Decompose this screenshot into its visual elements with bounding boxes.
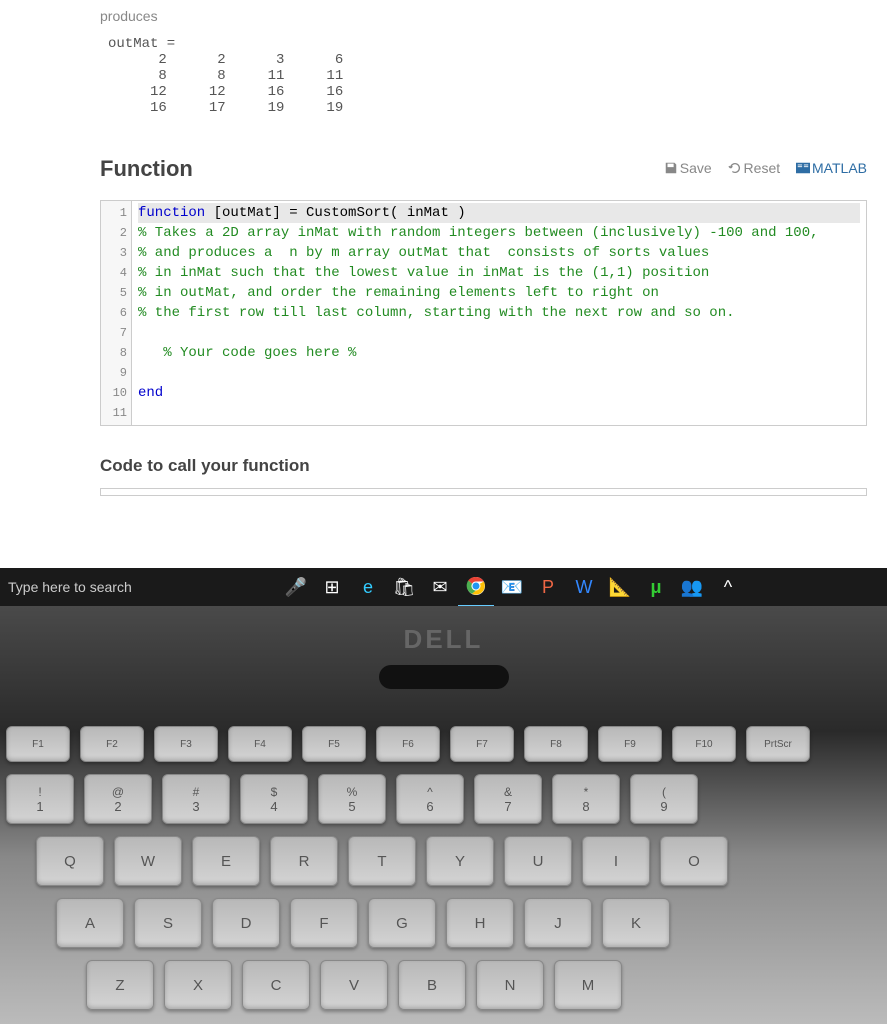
key-a: A (56, 898, 124, 948)
key-5: %5 (318, 774, 386, 824)
laptop-body: DELL F1 F2 F3 F4 F5 F6 F7 F8 F9 F10 PrtScr !1@2#3$… (0, 606, 887, 1024)
key-3: #3 (162, 774, 230, 824)
key-f6: F6 (376, 726, 440, 762)
code-body[interactable]: function [outMat] = CustomSort( inMat )%… (132, 201, 866, 425)
key-i: I (582, 836, 650, 886)
camera-bar (379, 665, 509, 689)
line-gutter: 1234567891011 (101, 201, 132, 425)
edge-icon[interactable]: e (350, 568, 386, 606)
key-f4: F4 (228, 726, 292, 762)
key-w: W (114, 836, 182, 886)
key-7: &7 (474, 774, 542, 824)
key-8: *8 (552, 774, 620, 824)
matlab-icon[interactable]: 📐 (602, 568, 638, 606)
key-f3: F3 (154, 726, 218, 762)
mail-icon[interactable]: ✉ (422, 568, 458, 606)
key-u: U (504, 836, 572, 886)
key-o: O (660, 836, 728, 886)
store-icon[interactable]: 🛍 (386, 568, 422, 606)
key-x: X (164, 960, 232, 1010)
call-editor[interactable] (100, 488, 867, 496)
key-f7: F7 (450, 726, 514, 762)
chrome-icon[interactable] (458, 567, 494, 607)
key-g: G (368, 898, 436, 948)
utorrent-icon[interactable]: μ (638, 568, 674, 606)
key-n: N (476, 960, 544, 1010)
key-t: T (348, 836, 416, 886)
key-f9: F9 (598, 726, 662, 762)
mic-icon[interactable]: 🎤 (278, 568, 314, 606)
keyboard: F1 F2 F3 F4 F5 F6 F7 F8 F9 F10 PrtScr !1@2#3$4%5^6… (0, 726, 887, 1022)
key-f10: F10 (672, 726, 736, 762)
key-r: R (270, 836, 338, 886)
powerpoint-icon[interactable]: P (530, 568, 566, 606)
key-h: H (446, 898, 514, 948)
key-b: B (398, 960, 466, 1010)
key-v: V (320, 960, 388, 1010)
dell-logo: DELL (0, 606, 887, 655)
people-icon[interactable]: 👥 (674, 568, 710, 606)
save-button[interactable]: Save (664, 160, 712, 176)
taskbar[interactable]: Type here to search 🎤 ⊞ e 🛍 ✉ 📧 P W 📐 μ … (0, 568, 887, 606)
word-icon[interactable]: W (566, 568, 602, 606)
key-z: Z (86, 960, 154, 1010)
key-f2: F2 (80, 726, 144, 762)
key-d: D (212, 898, 280, 948)
key-j: J (524, 898, 592, 948)
task-view-icon[interactable]: ⊞ (314, 568, 350, 606)
key-k: K (602, 898, 670, 948)
key-f8: F8 (524, 726, 588, 762)
search-input[interactable]: Type here to search (0, 579, 278, 595)
key-f: F (290, 898, 358, 948)
code-editor[interactable]: 1234567891011 function [outMat] = Custom… (100, 200, 867, 426)
key-s: S (134, 898, 202, 948)
key-prtscr: PrtScr (746, 726, 810, 762)
matlab-doc-button[interactable]: MATLAB (796, 160, 867, 176)
key-4: $4 (240, 774, 308, 824)
outlook-icon[interactable]: 📧 (494, 568, 530, 606)
key-6: ^6 (396, 774, 464, 824)
tray-expand-icon[interactable]: ^ (710, 568, 746, 606)
output-block: outMat = 2 2 3 6 8 8 11 11 12 12 16 16 1… (100, 24, 867, 136)
key-c: C (242, 960, 310, 1010)
key-q: Q (36, 836, 104, 886)
key-f1: F1 (6, 726, 70, 762)
reset-button[interactable]: Reset (728, 160, 781, 176)
key-9: (9 (630, 774, 698, 824)
produces-label: produces (100, 0, 867, 24)
key-e: E (192, 836, 260, 886)
key-f5: F5 (302, 726, 366, 762)
key-1: !1 (6, 774, 74, 824)
key-2: @2 (84, 774, 152, 824)
call-header: Code to call your function (100, 456, 867, 476)
key-y: Y (426, 836, 494, 886)
key-m: M (554, 960, 622, 1010)
editor-toolbar: Save Reset MATLAB (652, 160, 867, 176)
